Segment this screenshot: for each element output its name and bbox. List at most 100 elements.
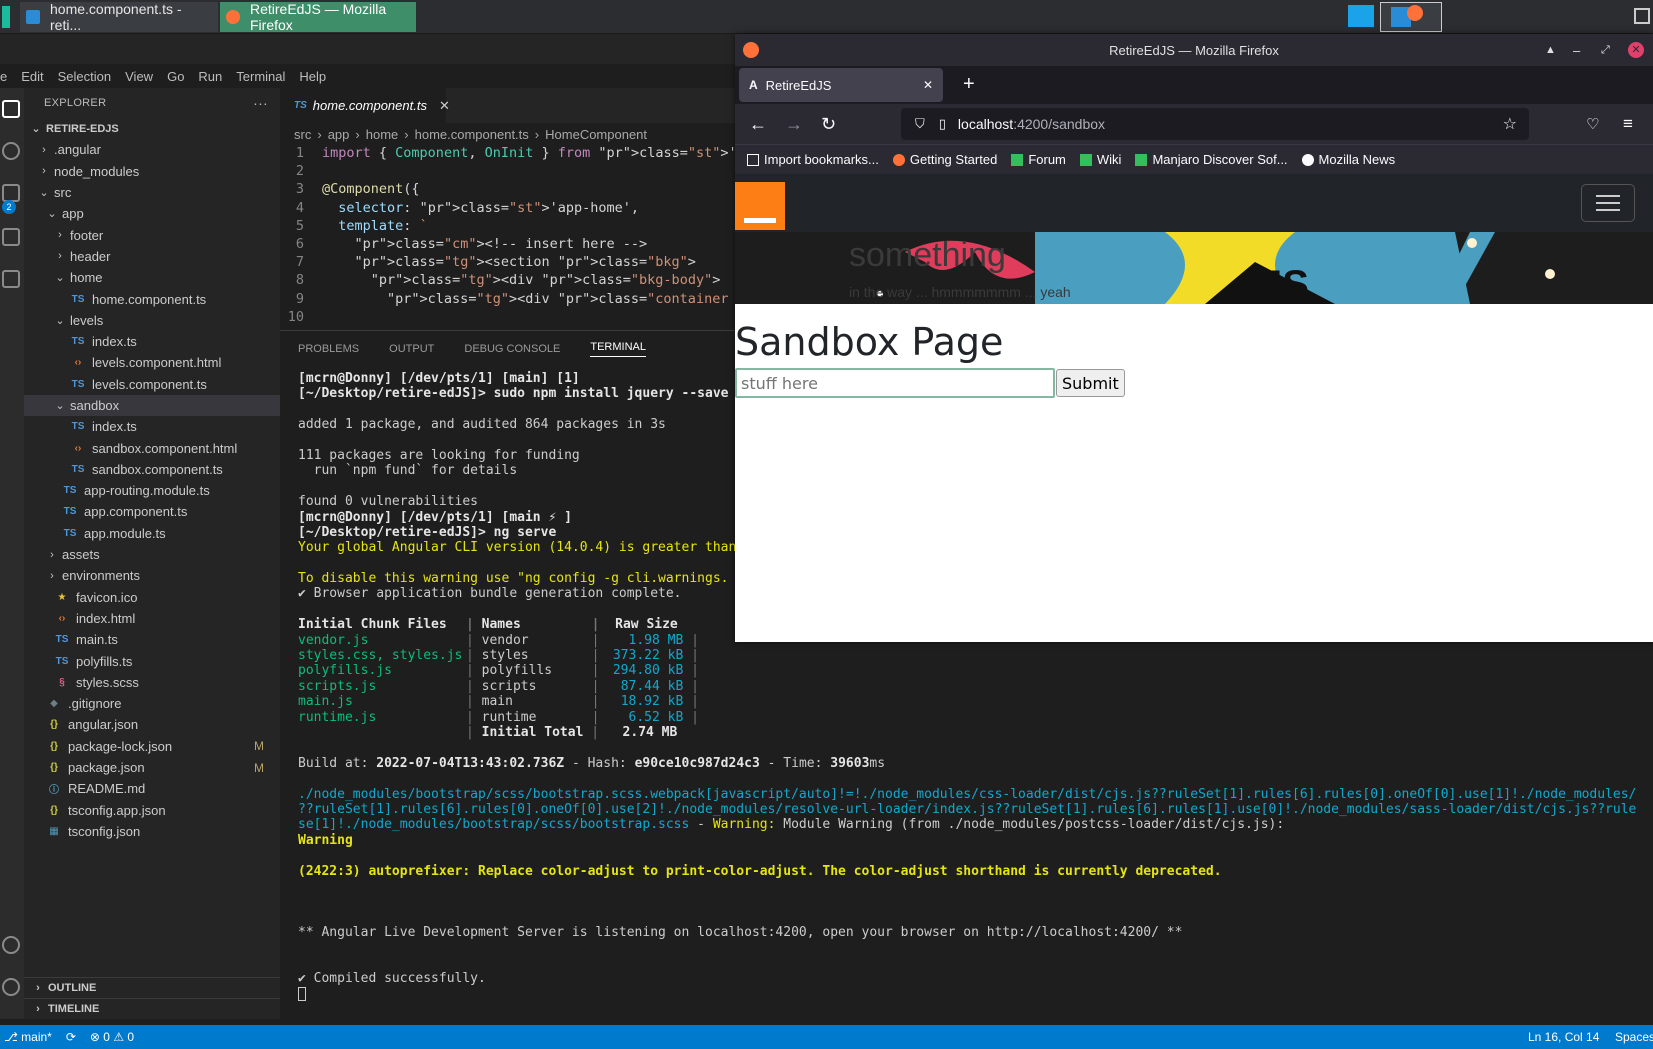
file-item[interactable]: TS index.ts: [24, 416, 280, 437]
close-tab-icon[interactable]: ✕: [923, 78, 933, 92]
taskbar-vscode-button[interactable]: home.component.ts - reti...: [20, 1, 218, 33]
gear-icon[interactable]: [2, 978, 20, 996]
folder-item[interactable]: ⌄ home: [24, 267, 280, 288]
tab-problems[interactable]: PROBLEMS: [298, 343, 359, 355]
file-item[interactable]: § styles.scss: [24, 672, 280, 693]
terminal-cursor[interactable]: [298, 986, 1653, 1002]
breadcrumb-item[interactable]: home.component.ts: [415, 127, 529, 142]
folder-item[interactable]: › footer: [24, 224, 280, 245]
file-item[interactable]: ★ favicon.ico: [24, 587, 280, 608]
timeline-section[interactable]: › TIMELINE: [24, 998, 280, 1019]
file-item[interactable]: TS app.module.ts: [24, 523, 280, 544]
file-item[interactable]: TS levels.component.ts: [24, 374, 280, 395]
folder-item[interactable]: › header: [24, 246, 280, 267]
browser-tab[interactable]: A RetireEdJS ✕: [739, 68, 943, 102]
menu-go[interactable]: Go: [167, 69, 184, 84]
maximize-icon[interactable]: ⤢: [1601, 44, 1610, 57]
launcher-strip[interactable]: [2, 6, 10, 28]
file-item[interactable]: ‹› sandbox.component.html: [24, 437, 280, 458]
folder-item[interactable]: ⌄ sandbox: [24, 394, 280, 417]
tab-debug-console[interactable]: DEBUG CONSOLE: [464, 343, 560, 355]
file-item[interactable]: ‹› levels.component.html: [24, 352, 280, 373]
explorer-icon[interactable]: [2, 100, 20, 118]
file-item[interactable]: {} package-lock.json M: [24, 736, 280, 757]
navbar-toggler[interactable]: [1581, 184, 1635, 222]
code-editor[interactable]: 1 import { Component, OnInit } from "pr">…: [280, 145, 740, 330]
back-icon[interactable]: ←: [749, 114, 767, 135]
menu-terminal[interactable]: Terminal: [236, 69, 285, 84]
folder-item[interactable]: ⌄ src: [24, 182, 280, 203]
ts-file-icon: TS: [294, 100, 307, 111]
tab-home-component[interactable]: TS home.component.ts ✕: [280, 88, 450, 123]
problems-indicator[interactable]: ⊗ 0 ⚠ 0: [90, 1030, 134, 1044]
workspace-root[interactable]: ⌄ RETIRE-EDJS: [24, 118, 280, 139]
menu-edit[interactable]: Edit: [21, 69, 43, 84]
folder-item[interactable]: › .angular: [24, 139, 280, 160]
file-item[interactable]: {} package.json M: [24, 757, 280, 778]
cursor-position[interactable]: Ln 16, Col 14: [1528, 1030, 1599, 1044]
tab-terminal[interactable]: TERMINAL: [590, 341, 646, 357]
file-item[interactable]: ‹› index.html: [24, 608, 280, 629]
url-bar[interactable]: ⛉ ▯ localhost:4200/sandbox ☆: [901, 108, 1529, 140]
folder-item[interactable]: ⌄ app: [24, 203, 280, 224]
bookmark-item[interactable]: Mozilla News: [1301, 152, 1395, 167]
pocket-icon[interactable]: ♡: [1586, 115, 1599, 133]
breadcrumb-item[interactable]: src: [294, 127, 311, 142]
run-debug-icon[interactable]: [2, 228, 20, 246]
file-item[interactable]: TS polyfills.ts: [24, 650, 280, 671]
file-item[interactable]: TS sandbox.component.ts: [24, 459, 280, 480]
breadcrumb-item[interactable]: HomeComponent: [545, 127, 647, 142]
close-window-icon[interactable]: ✕: [1628, 42, 1644, 58]
taskbar-firefox-button[interactable]: RetireEdJS — Mozilla Firefox: [220, 1, 416, 33]
menu-help[interactable]: Help: [299, 69, 326, 84]
branch-indicator[interactable]: ⎇ main*: [4, 1030, 52, 1044]
new-tab-button[interactable]: +: [963, 73, 975, 96]
file-item[interactable]: ⓘ README.md: [24, 778, 280, 799]
forward-icon[interactable]: →: [785, 114, 803, 135]
file-item[interactable]: TS index.ts: [24, 331, 280, 352]
folder-item[interactable]: › node_modules: [24, 161, 280, 182]
file-item[interactable]: {} angular.json: [24, 714, 280, 735]
file-item[interactable]: TS app.component.ts: [24, 501, 280, 522]
explorer-more-icon[interactable]: ···: [253, 95, 268, 111]
extensions-icon[interactable]: [2, 270, 20, 288]
submit-button[interactable]: Submit: [1056, 369, 1125, 397]
breadcrumb-item[interactable]: app: [328, 127, 350, 142]
indentation-indicator[interactable]: Spaces: [1615, 1030, 1653, 1044]
folder-item[interactable]: ⌄ levels: [24, 310, 280, 331]
close-icon[interactable]: ✕: [439, 98, 450, 114]
bookmark-item[interactable]: Import bookmarks...: [747, 152, 879, 167]
hamburger-menu-icon[interactable]: ≡: [1623, 114, 1633, 134]
breadcrumb-item[interactable]: home: [366, 127, 399, 142]
stuff-input[interactable]: [735, 368, 1055, 398]
bookmark-item[interactable]: Manjaro Discover Sof...: [1135, 152, 1288, 167]
keep-above-icon[interactable]: ▲: [1545, 44, 1556, 56]
menu-selection[interactable]: Selection: [58, 69, 111, 84]
bookmark-item[interactable]: Wiki: [1079, 152, 1121, 167]
outline-section[interactable]: › OUTLINE: [24, 977, 280, 998]
menu-file-partial[interactable]: e: [0, 69, 7, 84]
site-logo[interactable]: [735, 182, 785, 230]
bookmark-star-icon[interactable]: ☆: [1503, 114, 1517, 134]
file-item[interactable]: TS main.ts: [24, 629, 280, 650]
folder-item[interactable]: › environments: [24, 565, 280, 586]
reload-icon[interactable]: ↻: [821, 114, 836, 135]
folder-item[interactable]: › assets: [24, 544, 280, 565]
sync-icon[interactable]: ⟳: [66, 1030, 76, 1044]
file-item[interactable]: {} tsconfig.app.json: [24, 800, 280, 821]
file-item[interactable]: TS app-routing.module.ts: [24, 480, 280, 501]
file-item[interactable]: TS home.component.ts: [24, 288, 280, 309]
minimize-icon[interactable]: –: [1573, 43, 1580, 58]
show-desktop-icon[interactable]: [1634, 8, 1650, 24]
desktop-pager-1[interactable]: [1348, 5, 1374, 27]
menu-view[interactable]: View: [125, 69, 153, 84]
account-icon[interactable]: [2, 936, 20, 954]
menu-run[interactable]: Run: [198, 69, 222, 84]
file-item[interactable]: ◆ .gitignore: [24, 693, 280, 714]
file-item[interactable]: ▦ tsconfig.json: [24, 821, 280, 842]
desktop-pager-2[interactable]: [1380, 2, 1442, 32]
bookmark-item[interactable]: Forum: [1011, 152, 1066, 167]
search-icon[interactable]: [2, 142, 20, 160]
tab-output[interactable]: OUTPUT: [389, 343, 434, 355]
bookmark-item[interactable]: Getting Started: [892, 152, 997, 167]
